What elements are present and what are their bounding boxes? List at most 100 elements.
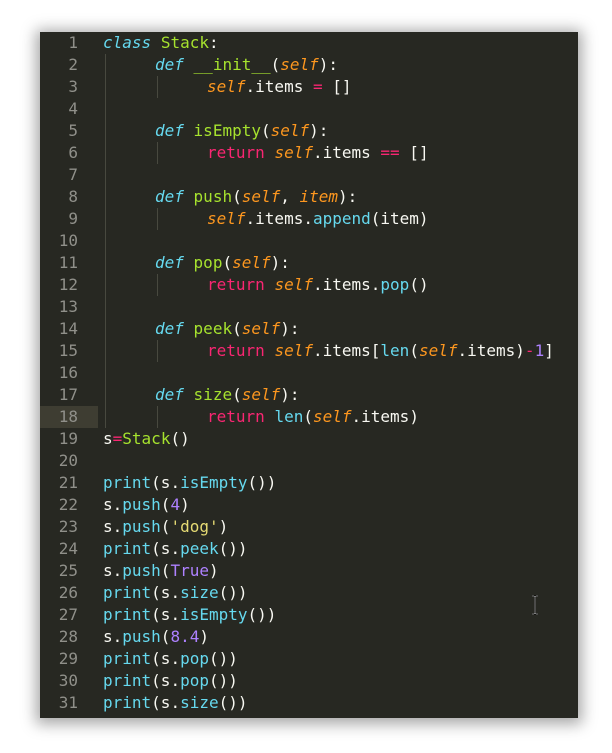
code-token: .items. — [245, 209, 313, 228]
code-token: s. — [103, 561, 123, 580]
code-token: print — [103, 693, 152, 712]
code-line[interactable]: 19 s=Stack() — [40, 428, 578, 450]
code-line[interactable]: 16 — [40, 362, 578, 384]
code-line[interactable]: 7 — [40, 164, 578, 186]
code-line[interactable]: 20 — [40, 450, 578, 472]
indent-guide — [105, 340, 106, 362]
indent-guide — [105, 164, 106, 186]
code-line[interactable]: 10 — [40, 230, 578, 252]
line-number: 4 — [68, 99, 78, 118]
code-text: self.items = [] — [207, 76, 352, 98]
code-token: .items — [312, 143, 381, 162]
line-number: 30 — [58, 671, 78, 690]
code-token: __init__ — [193, 55, 271, 74]
code-token: (s. — [151, 473, 181, 492]
code-token: return — [207, 275, 265, 294]
code-token: , — [280, 187, 300, 206]
code-text: print(s.pop()) — [103, 648, 238, 670]
code-text: return self.items == [] — [207, 142, 429, 164]
line-number: 20 — [58, 451, 78, 470]
code-token: append — [312, 209, 371, 228]
code-token: : — [208, 33, 219, 52]
code-token: peek — [180, 539, 219, 558]
line-number: 21 — [58, 473, 78, 492]
code-token: ( — [303, 407, 313, 426]
code-token: ( — [160, 627, 171, 646]
code-line[interactable]: 1 class Stack: — [40, 32, 578, 54]
indent-guide — [157, 142, 158, 164]
code-line[interactable]: 22 s.push(4) — [40, 494, 578, 516]
text-cursor-icon — [532, 595, 538, 615]
line-number: 2 — [68, 55, 78, 74]
code-line[interactable]: 12 return self.items.pop() — [40, 274, 578, 296]
line-number: 5 — [68, 121, 78, 140]
code-line[interactable]: 25 s.push(True) — [40, 560, 578, 582]
code-line[interactable]: 30 print(s.pop()) — [40, 670, 578, 692]
code-line[interactable]: 28 s.push(8.4) — [40, 626, 578, 648]
code-token: Stack — [160, 33, 209, 52]
code-token: ( — [160, 495, 171, 514]
code-token: ( — [270, 55, 281, 74]
indent-guide — [105, 186, 106, 208]
code-line[interactable]: 23 s.push('dog') — [40, 516, 578, 538]
code-token: s. — [103, 627, 123, 646]
indent-guide — [105, 76, 106, 98]
code-line[interactable]: 17 def size(self): — [40, 384, 578, 406]
code-line[interactable]: 6 return self.items == [] — [40, 142, 578, 164]
code-token: pop — [180, 649, 209, 668]
indent-guide — [105, 384, 106, 406]
code-token: self — [312, 407, 352, 426]
code-line[interactable]: 4 — [40, 98, 578, 120]
code-line[interactable]: 14 def peek(self): — [40, 318, 578, 340]
code-token: Stack — [122, 429, 171, 448]
line-number: 8 — [68, 187, 78, 206]
code-line[interactable]: 27 print(s.isEmpty()) — [40, 604, 578, 626]
code-token: (item) — [370, 209, 429, 228]
code-token: ()) — [218, 693, 248, 712]
code-token: self — [418, 341, 458, 360]
code-line[interactable]: 21 print(s.isEmpty()) — [40, 472, 578, 494]
code-token: print — [103, 605, 152, 624]
code-line[interactable]: 8 def push(self, item): — [40, 186, 578, 208]
code-token: [] — [399, 143, 429, 162]
code-token: print — [103, 539, 152, 558]
code-token: ): — [338, 187, 358, 206]
code-token: 8.4 — [170, 627, 200, 646]
code-line[interactable]: 24 print(s.peek()) — [40, 538, 578, 560]
code-token: ): — [280, 319, 300, 338]
code-line[interactable]: 5 def isEmpty(self): — [40, 120, 578, 142]
code-token: self — [270, 121, 310, 140]
code-token: self — [207, 209, 246, 228]
line-number: 17 — [58, 385, 78, 404]
code-token: peek — [193, 319, 233, 338]
code-editor[interactable]: 1 class Stack: 2 def __init__(self): 3 self.i… — [40, 32, 578, 718]
code-line[interactable]: 18 return len(self.items) — [40, 406, 578, 428]
code-line[interactable]: 26 print(s.size()) — [40, 582, 578, 604]
code-line[interactable]: 29 print(s.pop()) — [40, 648, 578, 670]
code-token: ( — [222, 253, 233, 272]
code-text: s.push('dog') — [103, 516, 228, 538]
code-token: (s. — [151, 605, 181, 624]
indent-guide — [105, 296, 106, 318]
line-number: 3 — [68, 77, 78, 96]
code-token: ( — [160, 517, 171, 536]
code-token: pop — [380, 275, 410, 294]
indent-guide — [157, 274, 158, 296]
code-line[interactable]: 15 return self.items[len(self.items)-1] — [40, 340, 578, 362]
code-line[interactable]: 2 def __init__(self): — [40, 54, 578, 76]
code-token: 'dog' — [170, 517, 219, 536]
code-line[interactable]: 3 self.items = [] — [40, 76, 578, 98]
code-token: - — [524, 341, 535, 360]
code-line[interactable]: 13 — [40, 296, 578, 318]
code-text: s.push(True) — [103, 560, 219, 582]
line-number: 29 — [58, 649, 78, 668]
line-number: 14 — [58, 319, 78, 338]
code-line[interactable]: 9 self.items.append(item) — [40, 208, 578, 230]
code-token: ): — [309, 121, 329, 140]
code-line[interactable]: 31 print(s.size()) — [40, 692, 578, 714]
code-text: return self.items.pop() — [207, 274, 429, 296]
code-token: = — [312, 77, 323, 96]
code-line[interactable]: 11 def pop(self): — [40, 252, 578, 274]
code-token: def — [155, 319, 184, 338]
